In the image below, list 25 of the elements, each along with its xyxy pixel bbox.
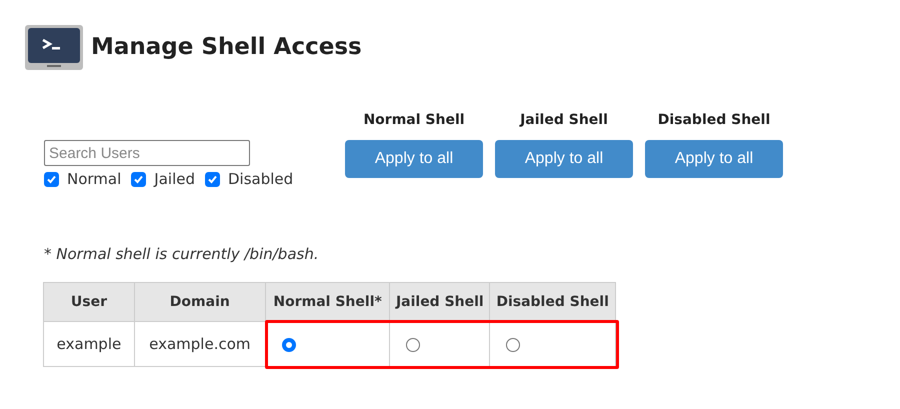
apply-to-all-button[interactable]: Apply to all	[345, 140, 483, 178]
filter-checkbox[interactable]	[44, 172, 59, 187]
filter-label: Jailed	[154, 169, 195, 190]
filter-checkbox[interactable]	[204, 172, 220, 187]
table-cell: example	[44, 322, 134, 366]
shell-radio[interactable]	[406, 338, 420, 352]
shell-radio[interactable]	[282, 338, 296, 352]
filter-label: Disabled	[228, 169, 294, 190]
column-header: User	[44, 282, 134, 322]
filter-label: Normal	[67, 169, 122, 190]
apply-to-all-button[interactable]: Apply to all	[495, 140, 633, 178]
column-header: Domain	[134, 282, 266, 322]
shell-note: * Normal shell is currently /bin/bash.	[43, 244, 320, 264]
column-heading: Disabled Shell	[658, 111, 770, 130]
terminal-icon	[25, 25, 83, 70]
shell-radio[interactable]	[506, 338, 520, 352]
column-heading: Jailed Shell	[520, 111, 608, 130]
column-heading: Normal Shell	[363, 111, 465, 130]
page-title: Manage Shell Access	[91, 33, 362, 62]
column-header: Disabled Shell	[490, 282, 616, 322]
apply-to-all-button[interactable]: Apply to all	[645, 140, 783, 178]
search-field[interactable]: Search Users	[44, 140, 250, 166]
column-header: Normal Shell*	[265, 282, 390, 322]
filter-checkbox[interactable]	[131, 172, 146, 187]
column-header: Jailed Shell	[390, 282, 490, 322]
